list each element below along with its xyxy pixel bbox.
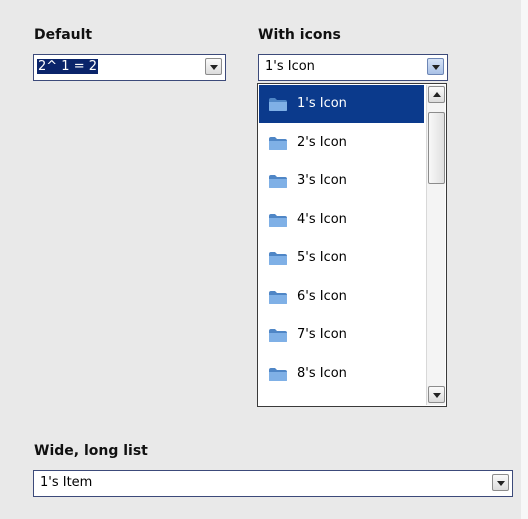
default-combo[interactable]: 2^ 1 = 2: [33, 54, 226, 81]
folder-icon: [268, 251, 288, 266]
dropdown-item-label: 8's Icon: [297, 365, 347, 381]
dropdown-list-item[interactable]: 5's Icon: [259, 239, 424, 277]
folder-icon: [268, 213, 288, 228]
panel-edge: [521, 0, 528, 519]
scroll-thumb[interactable]: [428, 112, 445, 184]
default-label: Default: [34, 27, 93, 43]
icons-dropdown-list[interactable]: 1's Icon 2's Icon 3's Icon 4's Icon 5's Icon…: [257, 83, 447, 407]
dropdown-list-item[interactable]: 1's Icon: [259, 85, 424, 123]
folder-icon: [268, 136, 288, 151]
dropdown-item-label: 3's Icon: [297, 173, 347, 188]
folder-icon: [268, 290, 288, 305]
dropdown-item-label: 7's Icon: [297, 327, 347, 342]
dropdown-scrollbar[interactable]: [426, 85, 445, 405]
wide-combo-dropdown-button[interactable]: [492, 474, 509, 491]
dropdown-item-label: 2's Icon: [297, 134, 347, 150]
chevron-down-icon: [209, 64, 218, 70]
dropdown-item-label: 6's Icon: [297, 288, 347, 304]
dropdown-list-item[interactable]: 8's Icon: [259, 355, 424, 393]
dropdown-item-label: 4's Icon: [297, 211, 347, 227]
dropdown-list-item[interactable]: 2's Icon: [259, 124, 424, 162]
dropdown-list-item[interactable]: 3's Icon: [259, 162, 424, 200]
dropdown-list-item-partial[interactable]: [259, 393, 424, 406]
wide-label: Wide, long list: [34, 443, 148, 459]
dropdown-list-item[interactable]: 7's Icon: [259, 316, 424, 354]
default-combo-dropdown-button[interactable]: [205, 58, 222, 75]
dropdown-list-item[interactable]: 4's Icon: [259, 201, 424, 239]
chevron-down-icon: [431, 64, 440, 70]
wide-combo[interactable]: 1's Item: [33, 470, 513, 497]
scroll-down-button[interactable]: [428, 386, 445, 403]
folder-icon: [268, 405, 288, 406]
folder-icon: [268, 174, 288, 189]
chevron-down-icon: [496, 480, 505, 486]
dropdown-item-label: 5's Icon: [297, 250, 347, 265]
icons-combo-value: 1's Icon: [265, 59, 315, 74]
folder-icon: [268, 328, 288, 343]
wide-combo-value: 1's Item: [40, 475, 93, 490]
icons-label: With icons: [258, 27, 341, 43]
default-combo-selected-text: 2^ 1 = 2: [37, 59, 98, 74]
icons-combo-dropdown-button[interactable]: [427, 58, 444, 75]
chevron-up-icon: [432, 91, 441, 97]
folder-icon: [268, 367, 288, 382]
chevron-down-icon: [432, 392, 441, 398]
icons-combo[interactable]: 1's Icon: [258, 54, 448, 81]
scroll-up-button[interactable]: [428, 86, 445, 103]
dropdown-item-label: 1's Icon: [297, 96, 347, 111]
folder-icon: [268, 97, 288, 112]
default-combo-value: 2^ 1 = 2: [37, 59, 98, 74]
dropdown-list-item[interactable]: 6's Icon: [259, 278, 424, 316]
